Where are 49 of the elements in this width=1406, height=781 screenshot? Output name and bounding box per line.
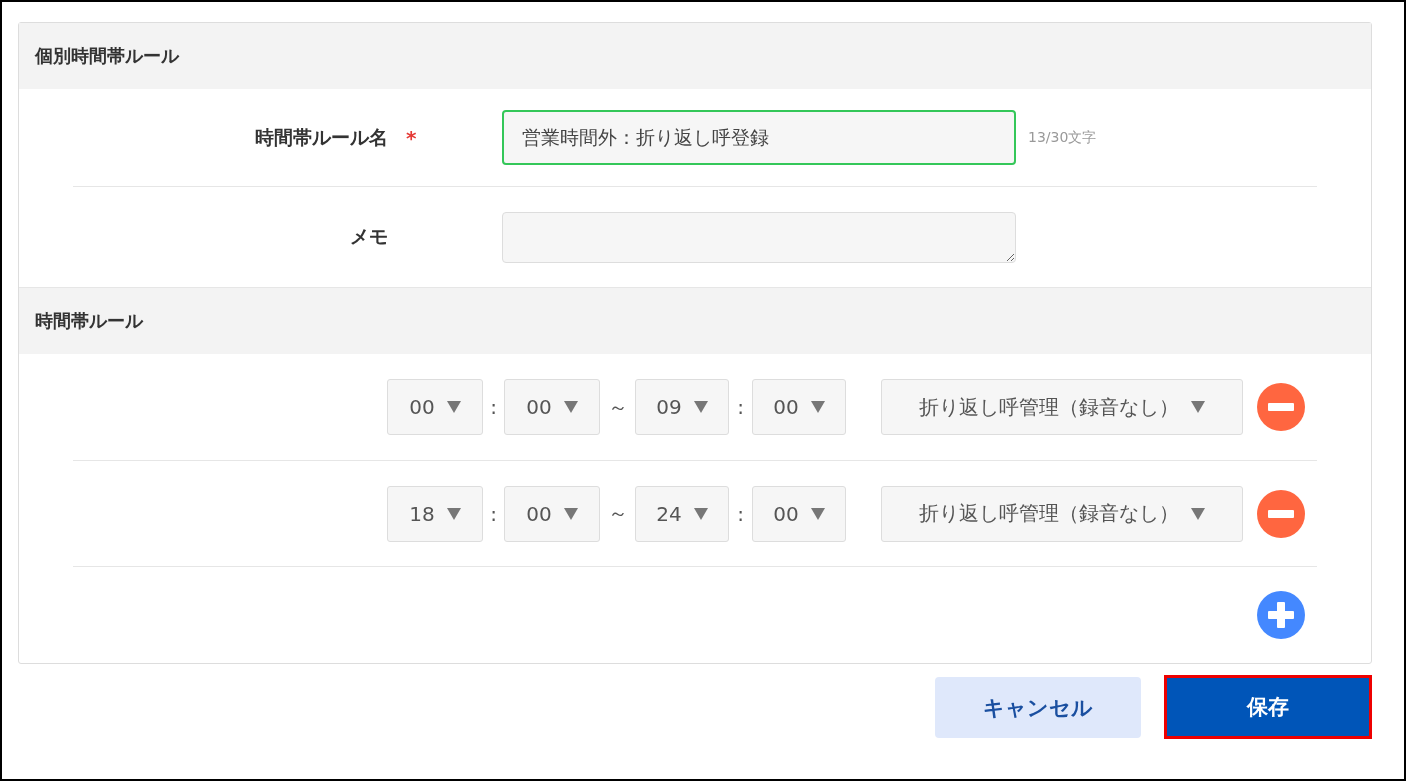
memo-field[interactable] [502, 211, 1016, 263]
caret-icon [563, 401, 578, 413]
caret-icon [563, 507, 578, 520]
dropdown-value: 00 [526, 501, 552, 526]
dropdown-value: 折り返し呼管理（録音なし） [919, 393, 1179, 421]
caret-icon [446, 401, 461, 413]
field-label: メモ [350, 224, 388, 249]
caret-icon [810, 401, 825, 413]
dropdown-value: 折り返し呼管理（録音なし） [919, 500, 1179, 527]
caret-icon [810, 507, 825, 520]
dropdown-select[interactable]: 09 [635, 379, 729, 435]
caret-icon [1191, 401, 1205, 413]
dropdown-value: 24 [656, 501, 682, 526]
dropdown-value: 18 [409, 501, 435, 526]
caret-icon [1191, 507, 1205, 520]
caret-icon [446, 507, 461, 520]
caret-icon [693, 507, 708, 520]
dropdown-select[interactable]: 00 [504, 379, 600, 435]
colon-separator: : [489, 395, 498, 419]
section-title: 時間帯ルール [35, 309, 143, 333]
dropdown-value: 00 [773, 395, 799, 419]
cancel-button[interactable]: キャンセル [935, 677, 1141, 738]
range-separator: ～ [606, 393, 629, 421]
input-field[interactable]: 営業時間外：折り返し呼登録 [502, 110, 1016, 165]
remove-icon[interactable] [1257, 383, 1305, 431]
required-mark: * [406, 125, 418, 150]
dropdown-select[interactable]: 00 [752, 379, 846, 435]
colon-separator: : [736, 501, 745, 526]
add-icon[interactable] [1257, 591, 1305, 639]
caret-icon [693, 401, 708, 413]
dropdown-select[interactable]: 00 [504, 485, 600, 542]
section-title: 個別時間帯ルール [35, 44, 179, 68]
dropdown-select[interactable]: 折り返し呼管理（録音なし） [881, 485, 1243, 542]
dropdown-value: 00 [526, 395, 552, 419]
colon-separator: : [736, 395, 745, 419]
dropdown-select[interactable]: 18 [387, 485, 483, 542]
dropdown-value: 09 [656, 395, 682, 419]
save-button[interactable]: 保存 [1164, 675, 1372, 739]
dropdown-select[interactable]: 24 [635, 485, 729, 542]
character-counter: 13/30文字 [1028, 128, 1097, 147]
dropdown-value: 00 [773, 501, 799, 526]
dropdown-select[interactable]: 00 [387, 379, 483, 435]
colon-separator: : [489, 501, 498, 526]
dropdown-select[interactable]: 折り返し呼管理（録音なし） [881, 379, 1243, 435]
range-separator: ～ [606, 500, 629, 527]
dropdown-value: 00 [409, 395, 435, 419]
dropdown-select[interactable]: 00 [752, 485, 846, 542]
remove-icon[interactable] [1257, 489, 1305, 538]
field-label: 時間帯ルール名 [255, 124, 388, 150]
